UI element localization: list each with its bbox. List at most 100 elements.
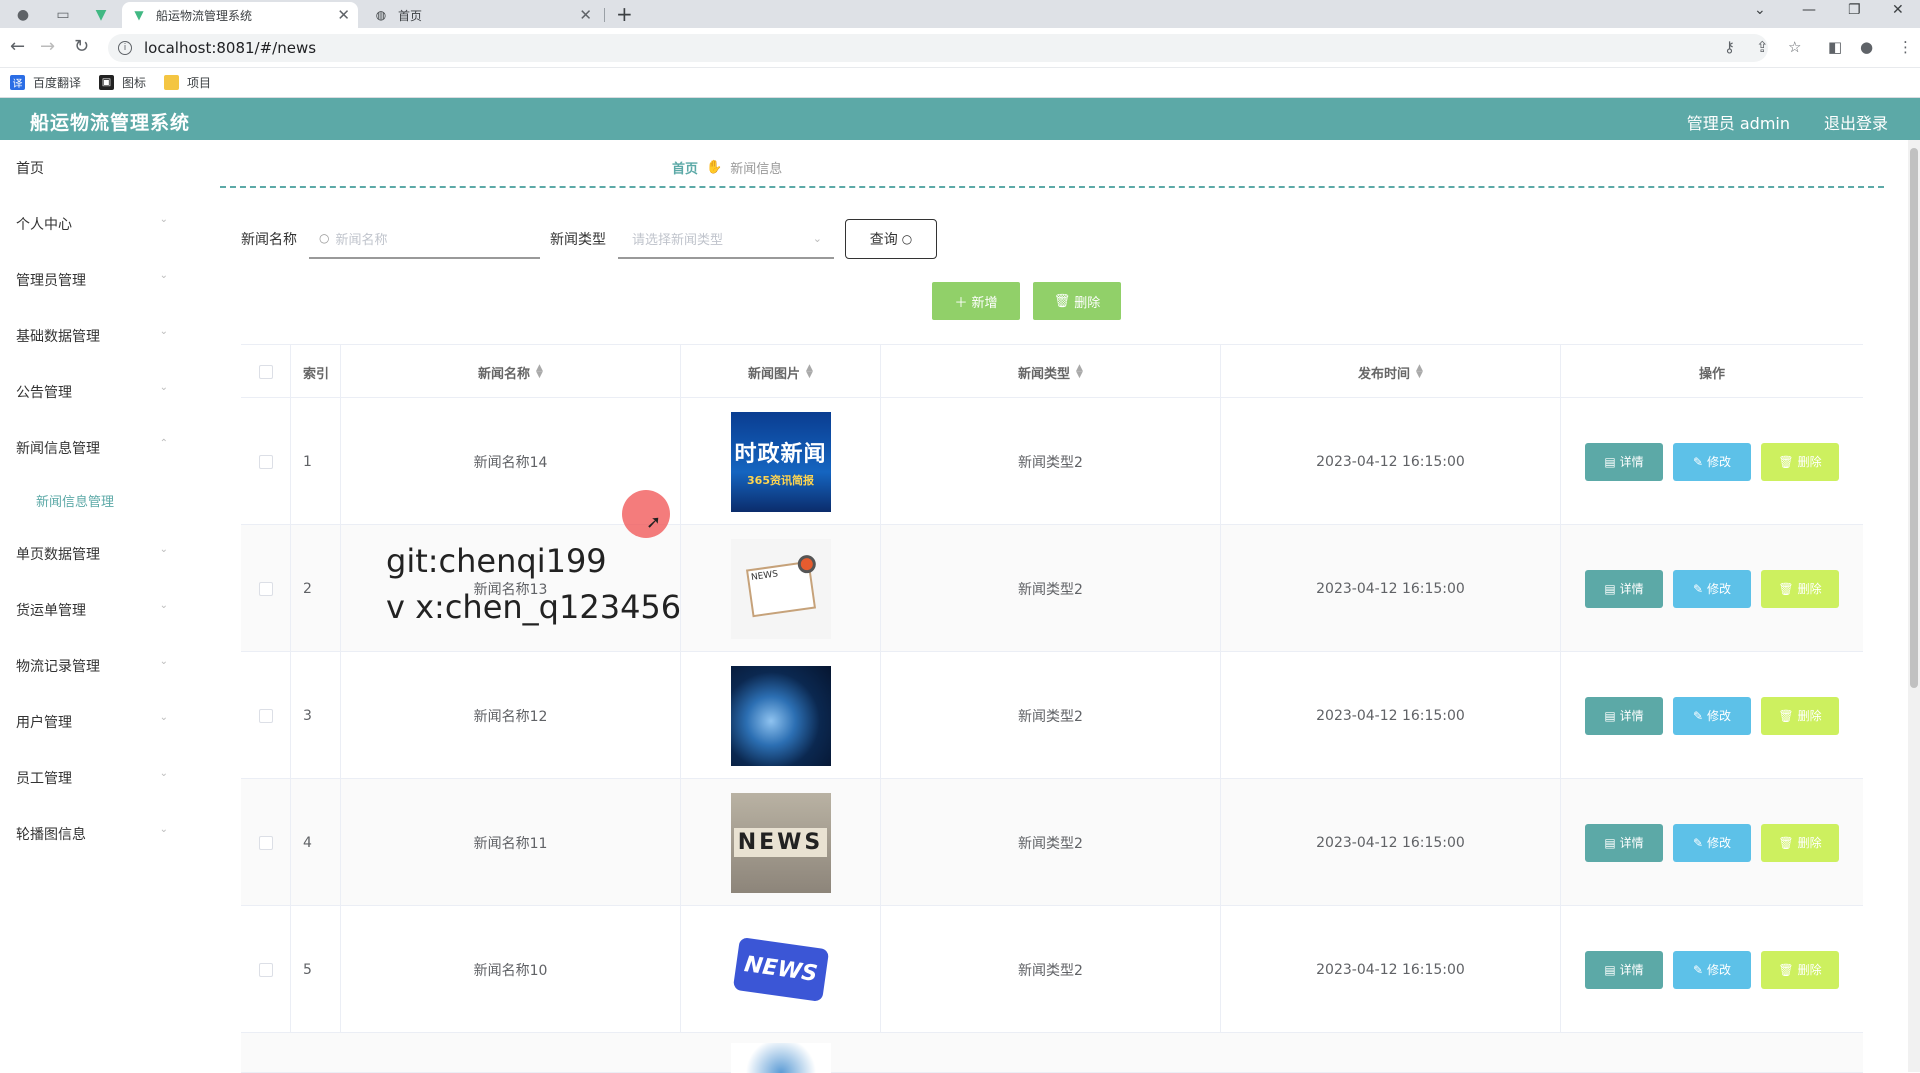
- reload-icon[interactable]: ↻: [74, 36, 89, 57]
- delete-button[interactable]: 🗑 删除: [1761, 442, 1839, 481]
- edit-button[interactable]: ✎ 修改: [1673, 569, 1751, 608]
- sort-icon[interactable]: ▲ ▼: [1076, 363, 1083, 379]
- sort-icon[interactable]: ▲ ▼: [806, 363, 813, 379]
- news-thumbnail[interactable]: NEWS: [730, 792, 831, 893]
- delete-button[interactable]: 🗑 删除: [1761, 950, 1839, 989]
- news-thumbnail[interactable]: NEWS: [730, 538, 831, 639]
- bookmark-fanyi[interactable]: 译 百度翻译: [10, 74, 81, 91]
- delete-button[interactable]: 🗑 删除: [1761, 696, 1839, 735]
- sidebar-item-label: 个人中心: [16, 217, 72, 233]
- sidebar-item-carousel[interactable]: 轮播图信息 ⌄: [16, 824, 176, 844]
- edit-button[interactable]: ✎ 修改: [1673, 823, 1751, 862]
- tab-home[interactable]: ◍ 首页 ✕: [364, 2, 600, 28]
- sidebar-item-logistics[interactable]: 物流记录管理 ⌄: [16, 656, 176, 676]
- sidepanel-icon[interactable]: ◧: [1828, 38, 1842, 56]
- info-icon[interactable]: i: [118, 41, 132, 55]
- edit-button[interactable]: ✎ 修改: [1673, 696, 1751, 735]
- news-thumbnail[interactable]: NEWS: [730, 919, 831, 1020]
- row-news-type: 新闻类型2: [881, 398, 1221, 525]
- sidebar-item-home[interactable]: 首页: [16, 158, 176, 178]
- batch-delete-button[interactable]: 🗑 删除: [1033, 282, 1121, 320]
- tab-list-icon[interactable]: ⌄: [1754, 2, 1766, 18]
- detail-button[interactable]: ▤ 详情: [1585, 696, 1663, 735]
- sidebar-subitem-news-manage[interactable]: 新闻信息管理: [36, 491, 114, 510]
- star-icon[interactable]: ☆: [1788, 38, 1801, 56]
- sidebar-item-users[interactable]: 用户管理 ⌄: [16, 712, 176, 732]
- news-thumbnail[interactable]: [730, 665, 831, 766]
- restore-icon[interactable]: ❐: [1848, 2, 1861, 18]
- detail-button[interactable]: ▤ 详情: [1585, 823, 1663, 862]
- news-type-label: 新闻类型: [550, 232, 606, 248]
- tab-active[interactable]: ▼ 船运物流管理系统 ✕: [122, 2, 358, 28]
- vue-tab-icon[interactable]: ▼: [84, 4, 118, 26]
- delete-button[interactable]: 🗑 删除: [1761, 569, 1839, 608]
- sidebar-item-admin[interactable]: 管理员管理 ⌄: [16, 270, 176, 290]
- row-select-cell: [241, 779, 291, 906]
- sidebar-item-freight[interactable]: 货运单管理 ⌄: [16, 600, 176, 620]
- row-news-type: 新闻类型2: [881, 525, 1221, 652]
- profile-icon[interactable]: ●: [1860, 38, 1873, 56]
- chevron-down-icon: ⌄: [159, 712, 168, 723]
- sidebar-item-basedata[interactable]: 基础数据管理 ⌄: [16, 326, 176, 346]
- row-checkbox[interactable]: [258, 581, 273, 596]
- detail-button[interactable]: ▤ 详情: [1585, 569, 1663, 608]
- query-button[interactable]: 查询 ○: [845, 219, 937, 259]
- url-field[interactable]: i localhost:8081/#/news: [108, 34, 1768, 62]
- sidebar: 首页 个人中心 ⌄ 管理员管理 ⌄ 基础数据管理 ⌄ 公告管理 ⌄ 新闻信息管理 ⌃ 新闻…: [0, 140, 184, 1072]
- edit-button[interactable]: ✎ 修改: [1673, 950, 1751, 989]
- close-icon[interactable]: ✕: [337, 6, 350, 24]
- add-button[interactable]: ＋ 新增: [932, 282, 1020, 320]
- new-tab-icon[interactable]: +: [616, 2, 633, 26]
- news-type-select[interactable]: 请选择新闻类型 ⌄: [618, 219, 834, 259]
- delete-button[interactable]: 🗑 删除: [1761, 823, 1839, 862]
- bookmark-project[interactable]: 项目: [164, 74, 211, 91]
- header-publish-time[interactable]: 发布时间 ▲ ▼: [1221, 345, 1561, 399]
- row-publish-time: 2023-04-12 16:15:00: [1221, 652, 1561, 779]
- minimize-icon[interactable]: —: [1802, 2, 1816, 18]
- sort-icon[interactable]: ▲ ▼: [536, 363, 543, 379]
- edit-label: 修改: [1707, 836, 1732, 850]
- forward-icon[interactable]: →: [40, 36, 55, 57]
- breadcrumb-home[interactable]: 首页: [672, 158, 698, 177]
- sidebar-item-staff[interactable]: 员工管理 ⌄: [16, 768, 176, 788]
- close-icon[interactable]: ✕: [579, 6, 592, 24]
- row-index: 5: [291, 906, 341, 1033]
- row-checkbox[interactable]: [258, 835, 273, 850]
- sort-icon[interactable]: ▲ ▼: [1416, 363, 1423, 379]
- edit-button[interactable]: ✎ 修改: [1673, 442, 1751, 481]
- logout-link[interactable]: 退出登录: [1824, 110, 1888, 134]
- news-thumbnail[interactable]: 时政新闻 365资讯简报: [730, 411, 831, 512]
- menu-icon[interactable]: ⋮: [1898, 38, 1913, 56]
- news-type-placeholder: 请选择新闻类型: [632, 232, 724, 248]
- row-checkbox[interactable]: [258, 962, 273, 977]
- scrollbar-thumb[interactable]: [1910, 148, 1918, 688]
- detail-button[interactable]: ▤ 详情: [1585, 442, 1663, 481]
- row-checkbox[interactable]: [258, 454, 273, 469]
- row-publish-time: 2023-04-12 16:15:00: [1221, 779, 1561, 906]
- news-name-input[interactable]: ○ 新闻名称: [309, 219, 540, 259]
- header-news-type[interactable]: 新闻类型 ▲ ▼: [881, 345, 1221, 399]
- blank-tab-icon[interactable]: ▭: [46, 4, 80, 26]
- bookmark-icons[interactable]: ▣ 图标: [99, 74, 146, 91]
- news-thumbnail[interactable]: [731, 1043, 831, 1073]
- chevron-down-icon: ⌄: [812, 231, 822, 245]
- row-checkbox[interactable]: [258, 708, 273, 723]
- chevron-down-icon: ⌄: [159, 214, 168, 225]
- github-tab-icon[interactable]: ●: [6, 4, 40, 26]
- sidebar-item-news[interactable]: 新闻信息管理 ⌃: [16, 438, 176, 458]
- select-all-checkbox[interactable]: [258, 365, 273, 379]
- header-news-image[interactable]: 新闻图片 ▲ ▼: [681, 345, 881, 399]
- trash-icon: 🗑: [1778, 581, 1794, 596]
- header-news-name[interactable]: 新闻名称 ▲ ▼: [341, 345, 681, 399]
- back-icon[interactable]: ←: [10, 36, 25, 57]
- row-publish-time: 2023-04-12 16:15:00: [1221, 906, 1561, 1033]
- detail-button[interactable]: ▤ 详情: [1585, 950, 1663, 989]
- page-scrollbar[interactable]: [1908, 140, 1920, 1072]
- share-icon[interactable]: ⇪: [1756, 38, 1769, 56]
- sidebar-item-singlepage[interactable]: 单页数据管理 ⌄: [16, 544, 176, 564]
- sidebar-item-label: 员工管理: [16, 771, 72, 787]
- window-close-icon[interactable]: ✕: [1892, 2, 1904, 18]
- key-icon[interactable]: ⚷: [1724, 38, 1735, 56]
- sidebar-item-notice[interactable]: 公告管理 ⌄: [16, 382, 176, 402]
- sidebar-item-profile[interactable]: 个人中心 ⌄: [16, 214, 176, 234]
